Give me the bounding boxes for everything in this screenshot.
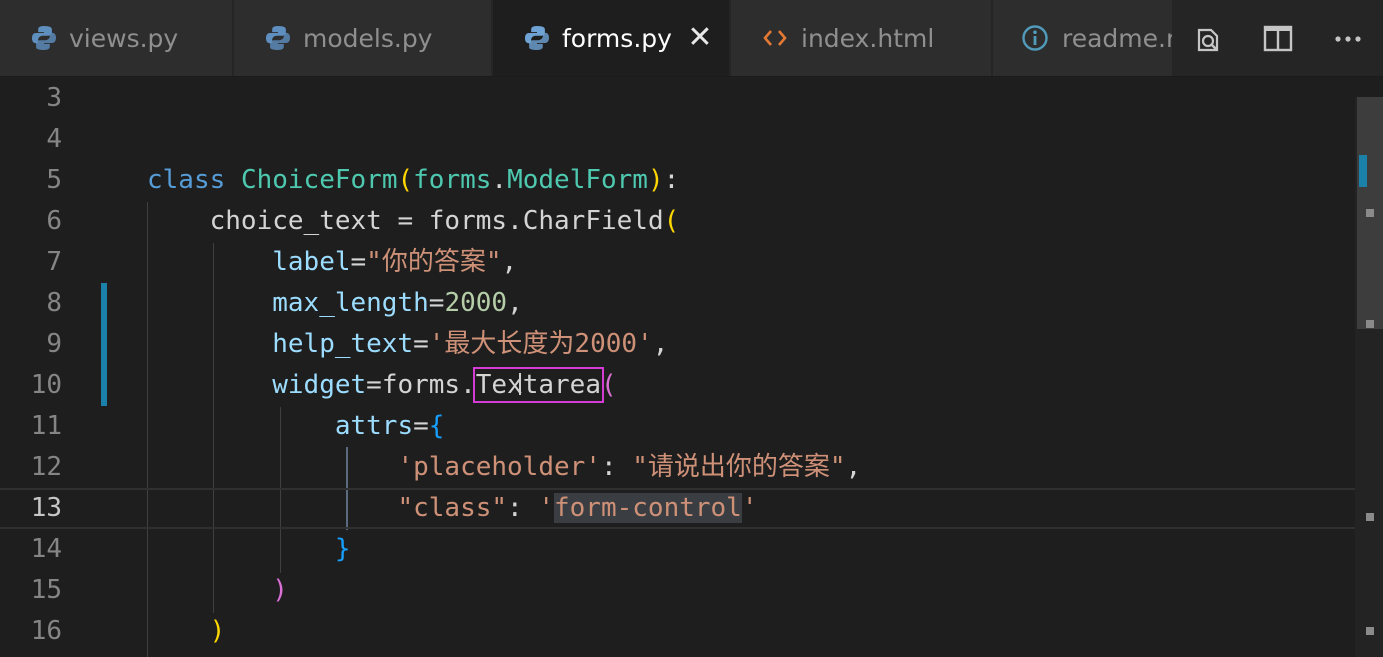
tab-readme[interactable]: readme.r: [993, 0, 1173, 76]
editor-tab-bar: views.py models.py forms.py ✕ index.html…: [0, 0, 1383, 77]
open-preview-icon[interactable]: [1191, 22, 1225, 56]
html-code-icon: [763, 30, 787, 46]
overview-ruler-mark: [1366, 513, 1374, 521]
line-number: 4: [46, 124, 62, 154]
tab-forms-py[interactable]: forms.py ✕: [493, 0, 730, 76]
highlighted-token: Textarea: [472, 367, 604, 403]
code-line: 15 ): [0, 570, 1355, 611]
line-number: 11: [30, 411, 62, 441]
code-text: ): [272, 575, 288, 605]
code-text: attrs={: [334, 411, 445, 441]
code-line: 4: [0, 119, 1355, 160]
code-text: label="你的答案",: [272, 247, 518, 277]
mouse-text-cursor: [519, 373, 531, 395]
close-icon[interactable]: ✕: [686, 22, 714, 54]
overview-ruler-modified-mark: [1359, 155, 1367, 187]
code-editor[interactable]: 3 4 5 class ChoiceForm(forms.ModelForm):…: [0, 77, 1383, 657]
code-line: 12 'placeholder': "请说出你的答案",: [0, 447, 1355, 488]
tab-views-py[interactable]: views.py: [0, 0, 233, 76]
python-icon: [32, 26, 56, 50]
line-number: 7: [46, 247, 62, 277]
tab-models-py[interactable]: models.py: [234, 0, 492, 76]
tab-label: readme.r: [1062, 24, 1173, 53]
code-line: 14 }: [0, 529, 1355, 570]
line-number: 6: [46, 206, 62, 236]
code-text: }: [334, 534, 351, 564]
code-text: choice_text = forms.CharField(: [209, 206, 680, 236]
code-text: max_length=2000,: [272, 288, 523, 318]
code-line: 16 ): [0, 611, 1355, 652]
line-number: 13: [30, 493, 62, 523]
line-number: 15: [30, 575, 62, 605]
editor-actions: [1173, 0, 1383, 76]
code-text: "class": 'form-control': [397, 493, 758, 523]
selection-highlight: form-control: [554, 493, 742, 523]
split-editor-icon[interactable]: [1261, 22, 1295, 56]
python-icon: [266, 26, 290, 50]
code-line: 10 widget=forms.Textarea(: [0, 365, 1355, 406]
code-line: 3: [0, 78, 1355, 119]
line-number: 5: [46, 165, 62, 195]
tab-label: forms.py: [562, 24, 672, 53]
overview-ruler-mark: [1366, 209, 1374, 217]
tab-label: index.html: [801, 24, 935, 53]
line-number: 14: [30, 534, 62, 564]
line-number: 12: [30, 452, 62, 482]
code-line: 5 class ChoiceForm(forms.ModelForm):: [0, 160, 1355, 201]
line-number: 16: [30, 616, 62, 646]
code-line: 9 help_text='最大长度为2000',: [0, 324, 1355, 365]
code-line: 8 max_length=2000,: [0, 283, 1355, 324]
code-line: 11 attrs={: [0, 406, 1355, 447]
overview-ruler-mark: [1366, 627, 1374, 635]
more-actions-icon[interactable]: [1331, 22, 1365, 56]
tab-label: models.py: [303, 24, 433, 53]
code-text: help_text='最大长度为2000',: [272, 329, 669, 359]
code-text: class ChoiceForm(forms.ModelForm):: [147, 165, 680, 195]
code-text: widget=forms.Textarea(: [272, 367, 617, 403]
line-number: 9: [46, 329, 62, 359]
line-number: 10: [30, 370, 62, 400]
line-number: 8: [46, 288, 62, 318]
tab-label: views.py: [69, 24, 179, 53]
code-line: 7 label="你的答案",: [0, 242, 1355, 283]
code-text: ): [209, 616, 226, 646]
info-icon: [1022, 25, 1048, 51]
line-number: 3: [46, 83, 62, 113]
code-line-current: 13 "class": 'form-control': [0, 488, 1355, 529]
tab-index-html[interactable]: index.html: [731, 0, 992, 76]
overview-ruler-mark: [1366, 320, 1374, 328]
code-line: 6 choice_text = forms.CharField(: [0, 201, 1355, 242]
code-text: 'placeholder': "请说出你的答案",: [397, 452, 862, 482]
python-icon: [525, 26, 549, 50]
